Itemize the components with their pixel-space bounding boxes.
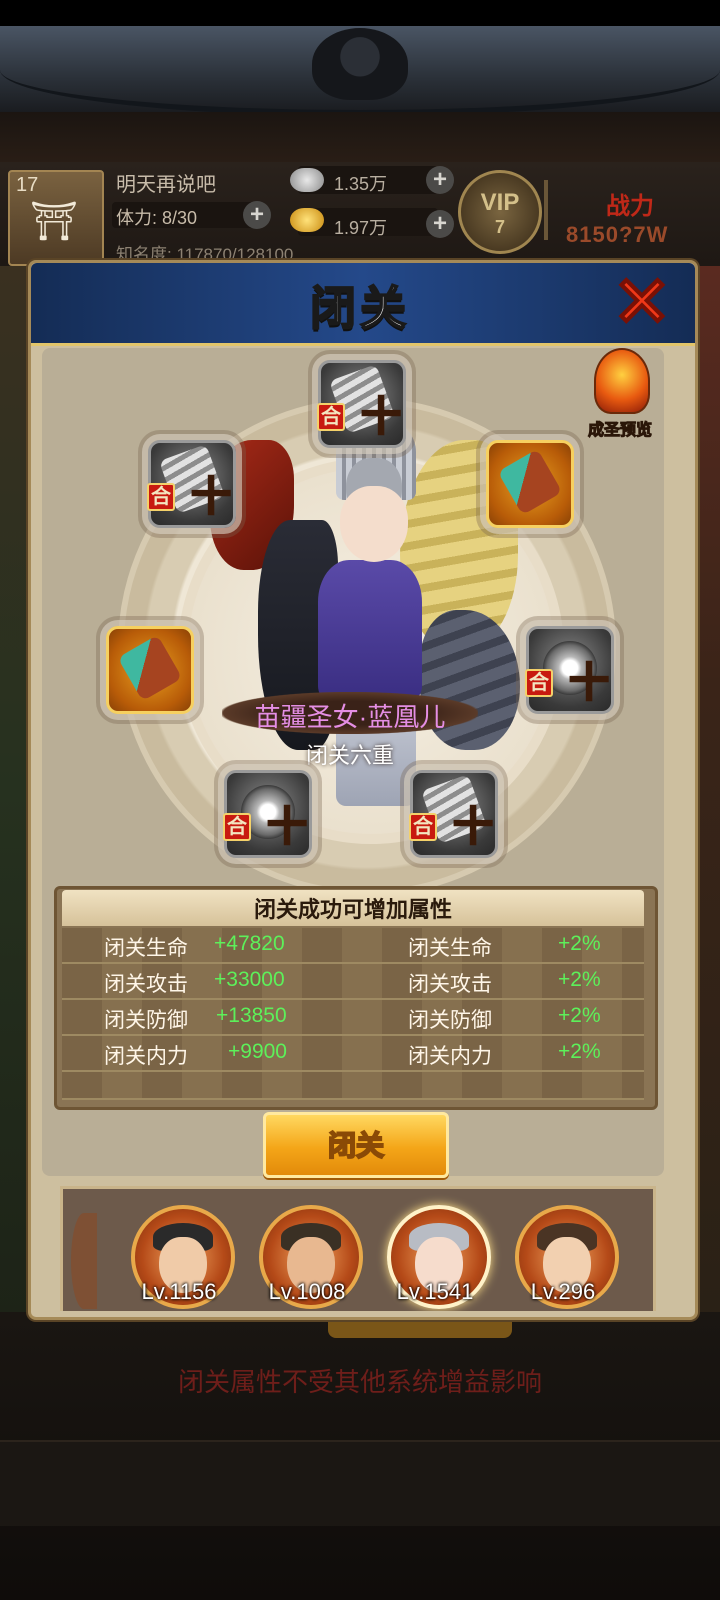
- attr-label: 闭关内力: [408, 1045, 492, 1068]
- equip-slot-lower-right[interactable]: 合 十: [409, 770, 498, 858]
- equip-slot-lower-left[interactable]: 合 十: [223, 770, 312, 858]
- hero-body: [318, 560, 422, 700]
- plus-badge: 十: [568, 661, 610, 705]
- attr-label: 闭关攻击: [104, 973, 188, 996]
- scene-left: [0, 266, 30, 1316]
- stamina-label: 体力: 8/30: [116, 208, 198, 228]
- attr-label: 闭关生命: [104, 937, 188, 960]
- plus-badge: 十: [360, 395, 402, 439]
- plus-badge: 十: [190, 475, 232, 519]
- scroll-item-icon: [497, 448, 563, 516]
- attr-value: +2%: [558, 968, 601, 991]
- hero-level: Lv.1541: [396, 1279, 474, 1304]
- attr-label: 闭关防御: [408, 1009, 492, 1032]
- add-stamina-button[interactable]: +: [243, 201, 271, 229]
- power-label: 战力: [606, 193, 654, 220]
- notice-text: 闭关属性不受其他系统增益影响: [177, 1367, 542, 1397]
- hero-level: Lv.296: [530, 1279, 596, 1304]
- attr-value: +2%: [558, 932, 601, 955]
- hero-level: Lv.1008: [268, 1279, 346, 1304]
- compose-tag: 合: [147, 483, 175, 511]
- compose-tag: 合: [317, 403, 345, 431]
- status-bar: [0, 0, 720, 26]
- sage-preview-label[interactable]: 成圣预览: [574, 416, 666, 440]
- attr-label: 闭关攻击: [408, 973, 492, 996]
- pagoda-icon: ⛩: [29, 201, 79, 243]
- plus-badge: 十: [266, 805, 308, 849]
- wooden-beam: [0, 112, 720, 166]
- silver-value: 1.35万: [334, 174, 388, 194]
- equip-slot-upper-left[interactable]: 合 十: [147, 440, 236, 528]
- hero-level: Lv.1156: [141, 1279, 217, 1304]
- attr-value: +2%: [558, 1004, 601, 1027]
- hero-stage: 闭关六重: [305, 743, 394, 768]
- gold-ingot-icon: [290, 208, 324, 232]
- sage-preview-icon[interactable]: [594, 348, 650, 414]
- hero-card-partial: [71, 1213, 97, 1309]
- add-silver-button[interactable]: +: [426, 166, 454, 194]
- compose-tag: 合: [409, 813, 437, 841]
- attr-value: +9900: [228, 1040, 287, 1063]
- vip-text: VIP: [480, 189, 520, 216]
- attr-label: 闭关内力: [104, 1045, 188, 1068]
- attr-value: +47820: [214, 932, 285, 955]
- attr-label: 闭关生命: [408, 937, 492, 960]
- gold-value: 1.97万: [334, 218, 388, 238]
- bottom-band: [0, 1440, 720, 1526]
- hero-selector: Lv.1156 Lv.1008 Lv.1541 Lv.296: [60, 1186, 656, 1311]
- close-icon[interactable]: ✕: [608, 266, 676, 338]
- silver-ingot-icon: [290, 168, 324, 192]
- equip-slot-top[interactable]: 合 十: [317, 360, 406, 448]
- hero-name: 苗疆圣女·蓝凰儿: [254, 702, 446, 732]
- equip-slot-left[interactable]: [106, 626, 194, 714]
- equip-slot-right[interactable]: 合 十: [525, 626, 614, 714]
- scroll-item-icon: [117, 634, 183, 702]
- add-gold-button[interactable]: +: [426, 210, 454, 238]
- vip-badge[interactable]: VIP 7: [458, 170, 542, 254]
- divider: [544, 180, 548, 240]
- vip-level: 7: [494, 217, 505, 237]
- attr-value: +33000: [214, 968, 285, 991]
- plus-badge: 十: [452, 805, 494, 849]
- player-name: 明天再说吧: [116, 174, 216, 196]
- power-value: 8150?7W: [566, 222, 669, 247]
- player-level: 17: [16, 174, 39, 196]
- attr-row-empty: [62, 1072, 644, 1100]
- seclusion-button-label[interactable]: 闭关: [263, 1124, 449, 1164]
- compose-tag: 合: [525, 669, 553, 697]
- attr-value: +13850: [216, 1004, 287, 1027]
- attr-label: 闭关防御: [104, 1009, 188, 1032]
- equip-slot-upper-right[interactable]: [486, 440, 574, 528]
- attr-value: +2%: [558, 1040, 601, 1063]
- hero-face: [340, 486, 408, 562]
- roof-ornament: [312, 28, 408, 100]
- compose-tag: 合: [223, 813, 251, 841]
- attribute-title: 闭关成功可增加属性: [253, 897, 452, 922]
